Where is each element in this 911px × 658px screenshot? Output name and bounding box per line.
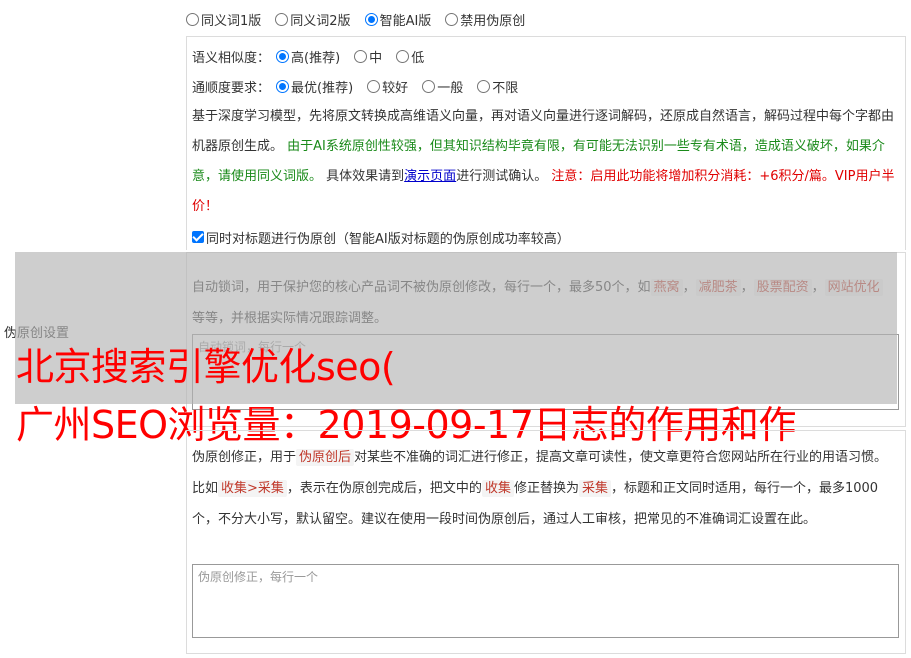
radio-checked-icon[interactable] [364, 12, 378, 26]
similarity-row: 语义相似度： 高(推荐) 中 低 [192, 46, 424, 66]
example-tag: 伪原创后 [296, 449, 355, 466]
lock-words-description: 自动锁词，用于保护您的核心产品词不被伪原创修改，每行一个，最多50个，如 燕窝，减… [192, 272, 897, 334]
radio-icon[interactable] [477, 79, 491, 93]
similarity-option-low[interactable]: 低 [396, 47, 424, 66]
fluency-label: 通顺度要求： [192, 80, 271, 96]
example-tag: 收集>采集 [218, 480, 287, 497]
example-tag: 减肥茶 [695, 279, 741, 296]
example-tag: 采集 [578, 480, 611, 497]
fluency-row: 通顺度要求： 最优(推荐) 较好 一般 不限 [192, 76, 518, 96]
radio-icon[interactable] [445, 12, 459, 26]
banner-line1: 北京搜索引擎优化seo( [16, 345, 396, 389]
fluency-option-normal[interactable]: 一般 [422, 77, 463, 96]
fluency-option-good[interactable]: 较好 [367, 77, 408, 96]
radio-checked-icon[interactable] [276, 79, 290, 93]
example-tag: 股票配资 [753, 279, 812, 296]
similarity-option-high[interactable]: 高(推荐) [276, 47, 340, 66]
radio-icon[interactable] [186, 12, 199, 26]
radio-icon[interactable] [354, 49, 368, 63]
demo-page-link[interactable]: 演示页面 [404, 169, 456, 184]
fluency-option-best[interactable]: 最优(推荐) [276, 77, 353, 96]
radio-icon[interactable] [396, 49, 410, 63]
fluency-option-unlimited[interactable]: 不限 [477, 77, 518, 96]
version-option-disable[interactable]: 禁用伪原创 [445, 10, 525, 29]
version-option-ai[interactable]: 智能AI版 [364, 10, 431, 29]
example-tag: 网站优化 [824, 279, 883, 296]
title-pseudo-original-checkbox[interactable]: 同时对标题进行伪原创（智能AI版对标题的伪原创成功率较高） [192, 227, 570, 247]
similarity-option-medium[interactable]: 中 [354, 47, 382, 66]
similarity-label: 语义相似度： [192, 50, 271, 66]
version-radio-group: 同义词1版 同义词2版 智能AI版 禁用伪原创 [186, 9, 525, 29]
radio-icon[interactable] [275, 12, 289, 26]
radio-icon[interactable] [422, 79, 436, 93]
radio-checked-icon[interactable] [276, 49, 290, 63]
version-option-synonym1[interactable]: 同义词1版 [186, 10, 261, 29]
checkbox-checked-icon[interactable] [192, 231, 204, 243]
version-option-synonym2[interactable]: 同义词2版 [275, 10, 351, 29]
correction-textarea[interactable]: 伪原创修正，每行一个 [192, 564, 899, 638]
correction-description: 伪原创修正，用于 伪原创后 对某些不准确的词汇进行修正，提高文章可读性，使文章更符合… [192, 449, 888, 527]
example-tag: 燕窝 [650, 279, 683, 296]
ai-description: 基于深度学习模型，先将原文转换成高维语义向量，再对语义向量进行逐词解码，还原成自… [192, 109, 895, 214]
example-tag: 收集 [481, 480, 514, 497]
radio-icon[interactable] [367, 79, 381, 93]
